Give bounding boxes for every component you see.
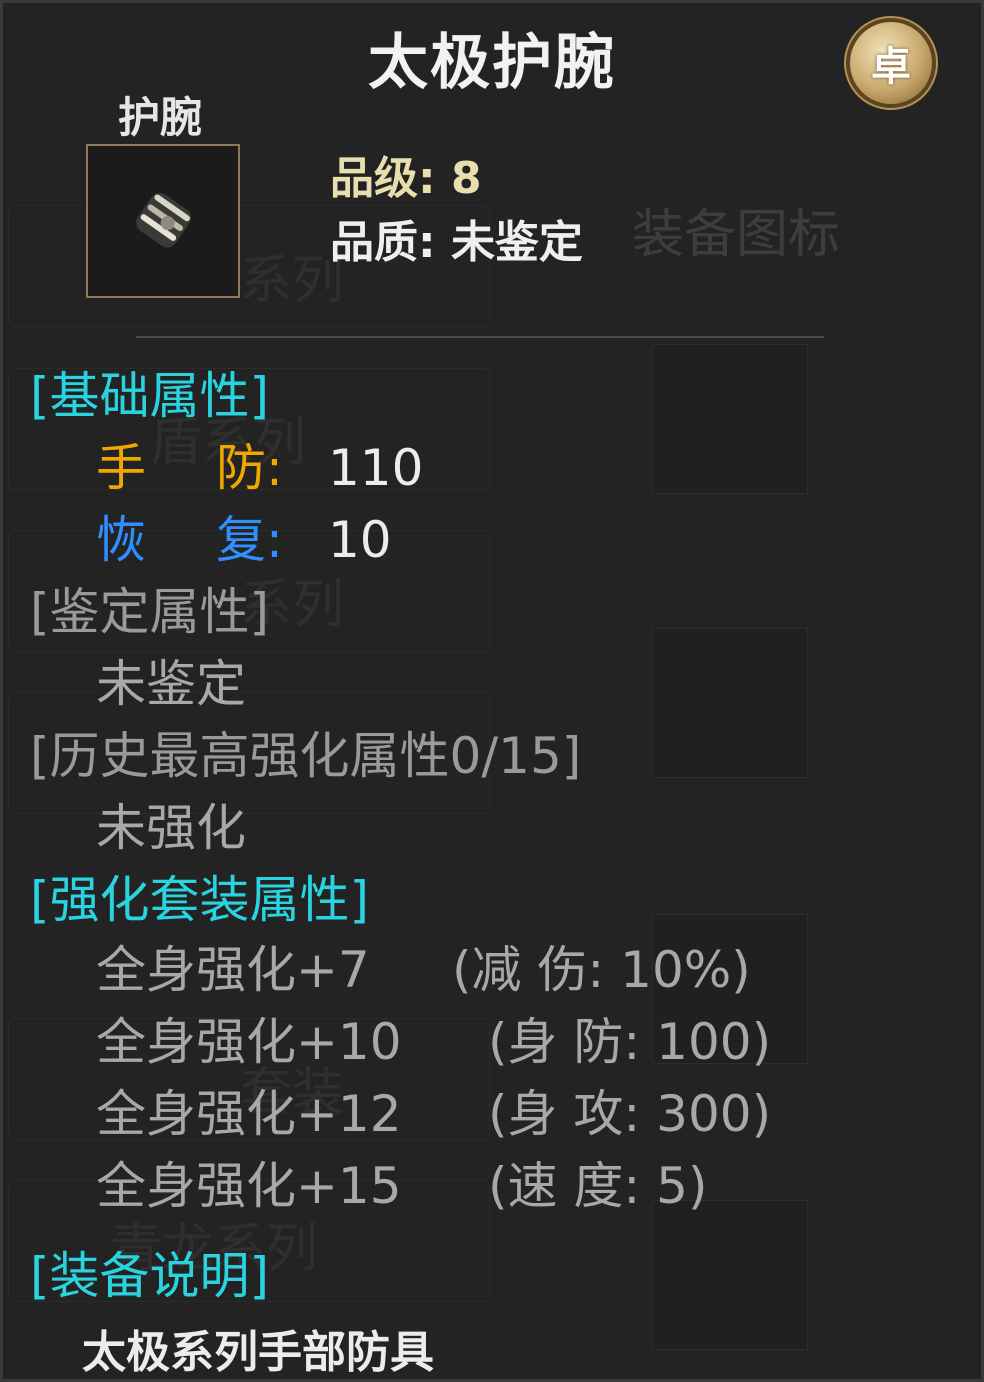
set-requirement: 全身强化+15 bbox=[96, 1157, 402, 1215]
attr-key-1: 恢 bbox=[96, 511, 146, 569]
description-text: 太极系列手部防具 bbox=[82, 1327, 434, 1378]
base-attrs-header: [基础属性] bbox=[30, 367, 270, 425]
badge-char: 卓 bbox=[871, 44, 911, 90]
set-requirement: 全身强化+10 bbox=[96, 1013, 402, 1071]
attr-key-2: 防: bbox=[216, 439, 283, 497]
quality-row: 品质: 未鉴定 bbox=[330, 206, 583, 270]
item-icon-slot bbox=[86, 144, 240, 298]
set-requirement: 全身强化+7 bbox=[96, 941, 370, 999]
set-bonus-row: 全身强化+7 (减 伤: 10%) bbox=[96, 930, 751, 1002]
set-requirement: 全身强化+12 bbox=[96, 1085, 402, 1143]
attr-row-recover: 恢 复: 10 bbox=[96, 500, 392, 572]
set-bonus-row: 全身强化+12 (身 攻: 300) bbox=[96, 1074, 771, 1146]
set-bonus-row: 全身强化+15 (速 度: 5) bbox=[96, 1146, 707, 1218]
slot-type-label: 护腕 bbox=[118, 93, 203, 142]
set-bonus-value: (速 度: 5) bbox=[488, 1157, 708, 1215]
set-bonus-header: [强化套装属性] bbox=[30, 871, 370, 929]
history-value: 未强化 bbox=[96, 799, 246, 857]
set-bonus-value: (身 防: 100) bbox=[488, 1013, 772, 1071]
identify-header: [鉴定属性] bbox=[30, 583, 270, 641]
item-tooltip: 装备图标 系列 盾系列 系列 套装 青龙系列 太极护腕 卓 护腕 品级: 8 品… bbox=[0, 0, 984, 1382]
bracer-icon bbox=[136, 192, 192, 248]
description-header: [装备说明] bbox=[30, 1247, 270, 1305]
attr-key-1: 手 bbox=[96, 439, 146, 497]
quality-value: 未鉴定 bbox=[450, 217, 583, 268]
divider bbox=[136, 336, 824, 338]
grade-value: 8 bbox=[450, 153, 482, 204]
grade-row: 品级: 8 bbox=[330, 142, 482, 206]
attr-row-defense: 手 防: 110 bbox=[96, 428, 423, 500]
attr-value: 110 bbox=[328, 439, 424, 497]
quality-label: 品质: bbox=[330, 217, 436, 268]
attr-key-2: 复: bbox=[216, 511, 283, 569]
history-header: [历史最高强化属性0/15] bbox=[30, 727, 582, 785]
attr-value: 10 bbox=[328, 511, 392, 569]
identify-value: 未鉴定 bbox=[96, 655, 246, 713]
set-bonus-value: (身 攻: 300) bbox=[488, 1085, 772, 1143]
set-bonus-row: 全身强化+10 (身 防: 100) bbox=[96, 1002, 771, 1074]
grade-label: 品级: bbox=[330, 153, 436, 204]
rarity-badge: 卓 bbox=[850, 22, 932, 104]
set-bonus-value: (减 伤: 10%) bbox=[452, 941, 751, 999]
